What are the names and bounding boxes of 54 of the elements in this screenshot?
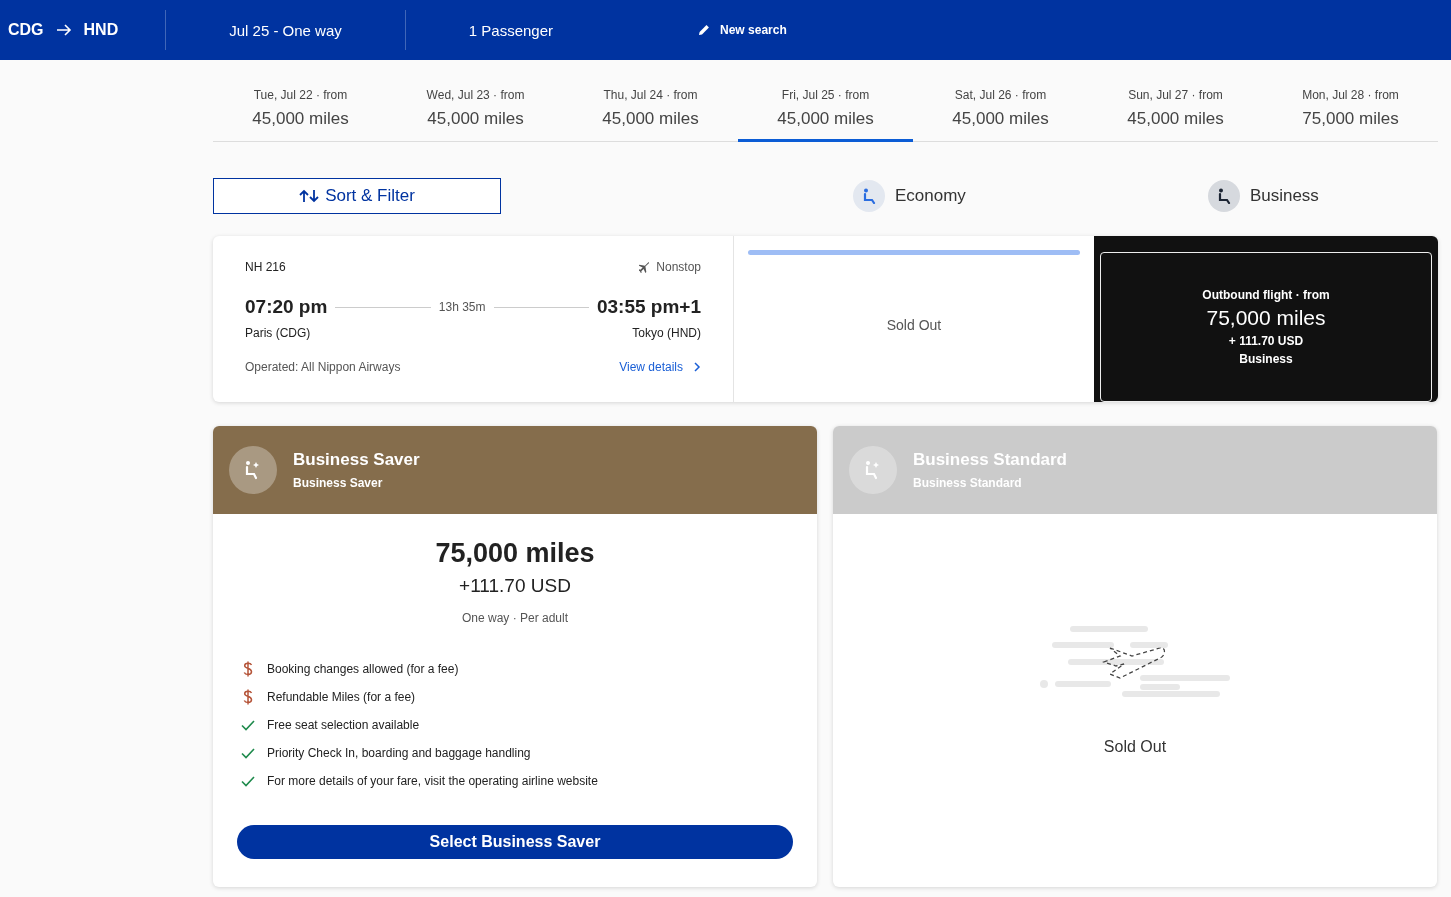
cabin-tab[interactable]: Business [1207, 180, 1319, 212]
flight-duration: 13h 35m [438, 300, 486, 314]
date-tab[interactable]: Wed, Jul 23 · from 45,000 miles [388, 78, 563, 142]
fare-cabin: Business [1239, 352, 1293, 366]
date-tab[interactable]: Sat, Jul 26 · from 45,000 miles [913, 78, 1088, 142]
fare-feature: Priority Check In, boarding and baggage handling [267, 746, 531, 760]
fare-title: Business Saver [293, 450, 420, 470]
pencil-icon [698, 24, 711, 36]
passenger-count[interactable]: 1 Passenger [405, 21, 617, 39]
fare-heading: Outbound flight · from [1202, 288, 1330, 302]
chevron-right-icon [693, 362, 701, 372]
cabin-tab[interactable]: Economy [853, 180, 966, 212]
dollar-icon [241, 661, 255, 677]
fare-feature: Booking changes allowed (for a fee) [267, 662, 459, 676]
dollar-icon [241, 689, 255, 705]
select-fare-button[interactable]: Select Business Saver [237, 825, 793, 859]
flight-number: NH 216 [245, 260, 286, 274]
date-tab[interactable]: Thu, Jul 24 · from 45,000 miles [563, 78, 738, 142]
stops-label: Nonstop [656, 260, 701, 274]
sold-out-label: Sold Out [1103, 738, 1167, 756]
arrow-right-icon [55, 23, 72, 37]
checkmark-icon [241, 747, 255, 759]
checkmark-icon [241, 719, 255, 731]
seat-icon [1216, 188, 1231, 204]
seat-icon [862, 188, 876, 204]
fare-note: One way · Per adult [461, 611, 569, 625]
fare-subtitle: Business Saver [293, 476, 384, 490]
new-search-button[interactable]: New search [696, 19, 789, 41]
fare-feature: For more details of your fare, visit the operating airline website [267, 774, 598, 788]
fare-feature: Refundable Miles (for a fee) [267, 690, 416, 704]
fare-cash: +111.70 USD [459, 575, 571, 597]
fare-cell[interactable]: Sold Out [734, 236, 1094, 402]
departure-time: 07:20 pm [245, 296, 328, 318]
origin-city: Paris (CDG) [245, 326, 311, 340]
trip-date[interactable]: Jul 25 - One way [166, 21, 405, 39]
date-tab[interactable]: Tue, Jul 22 · from 45,000 miles [213, 78, 388, 142]
date-tab[interactable]: Mon, Jul 28 · from 75,000 miles [1263, 78, 1438, 142]
airplane-icon [639, 261, 651, 273]
date-tab[interactable]: Sun, Jul 27 · from 45,000 miles [1088, 78, 1263, 142]
sort-filter-button[interactable]: Sort & Filter [213, 178, 501, 214]
sort-icon [299, 189, 320, 203]
arrival-time: 03:55 pm+1 [596, 296, 701, 318]
date-tab[interactable]: Fri, Jul 25 · from 45,000 miles [738, 78, 913, 142]
fare-miles: 75,000 miles [1206, 306, 1326, 330]
view-details-link[interactable]: View details [619, 360, 701, 374]
destination-city: Tokyo (HND) [632, 326, 701, 340]
fare-feature: Free seat selection available [267, 718, 420, 732]
fare-cash: + 111.70 USD [1228, 334, 1304, 348]
destination-code: HND [83, 21, 119, 39]
fare-miles: 75,000 miles [435, 538, 595, 569]
origin-code: CDG [8, 21, 44, 39]
operator-text: Operated: All Nippon Airways [245, 360, 401, 374]
checkmark-icon [241, 775, 255, 787]
fare-cell[interactable]: Outbound flight · from 75,000 miles + 111.70 USD Business [1094, 236, 1438, 402]
